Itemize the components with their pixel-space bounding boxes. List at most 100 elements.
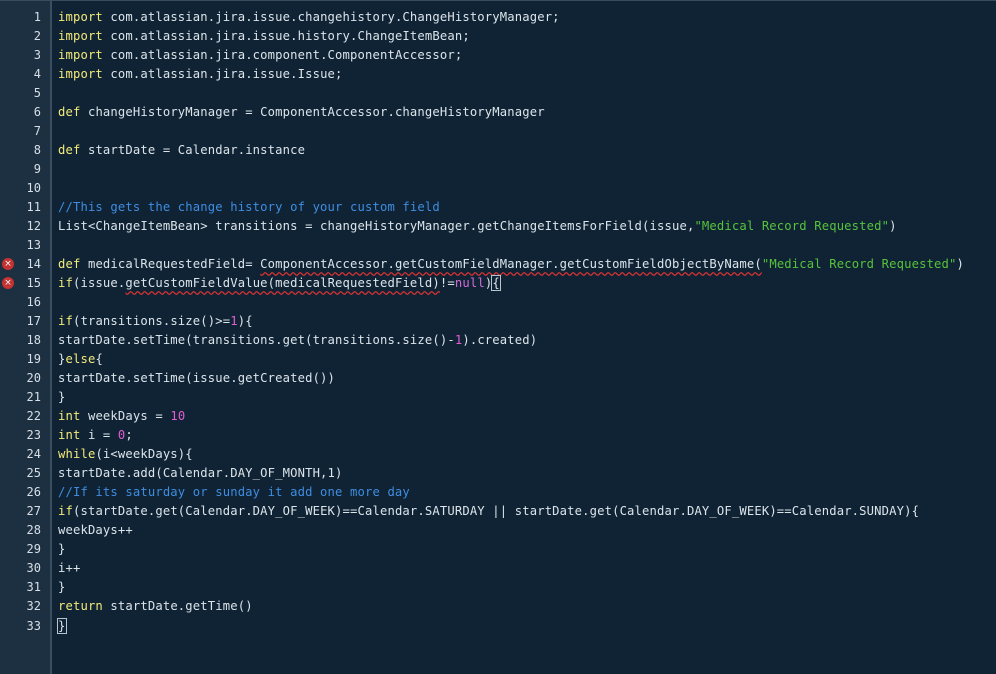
code-line[interactable]: 7	[0, 122, 996, 141]
code-line[interactable]: 1 import com.atlassian.jira.issue.changeh…	[0, 8, 996, 27]
code-text[interactable]: }	[58, 540, 66, 559]
code-line[interactable]: 16	[0, 293, 996, 312]
line-number: 4	[33, 67, 41, 82]
code-text[interactable]: while(i<weekDays){	[58, 445, 193, 464]
code-line[interactable]: 20 startDate.setTime(issue.getCreated())	[0, 369, 996, 388]
code-token: }	[58, 390, 66, 405]
code-line[interactable]: 33}	[0, 617, 996, 636]
code-text[interactable]: import com.atlassian.jira.issue.history.…	[58, 27, 470, 46]
line-number: 24	[26, 447, 41, 462]
code-text[interactable]: int i = 0;	[58, 426, 133, 445]
code-text[interactable]: if(transitions.size()>=1){	[58, 312, 253, 331]
code-text[interactable]: if(issue.getCustomFieldValue(medicalRequ…	[58, 274, 501, 293]
code-line[interactable]: 11 //This gets the change history of your…	[0, 198, 996, 217]
line-number: 25	[26, 466, 41, 481]
code-token: com.atlassian.jira.component.ComponentAc…	[102, 48, 463, 63]
code-line[interactable]: 4 import com.atlassian.jira.issue.Issue;	[0, 65, 996, 84]
code-text[interactable]: def startDate = Calendar.instance	[58, 141, 305, 160]
line-number: 3	[33, 48, 41, 63]
code-line[interactable]: 9	[0, 160, 996, 179]
code-text[interactable]: int weekDays = 10	[58, 407, 185, 426]
code-text[interactable]: }	[58, 578, 66, 597]
code-text[interactable]: weekDays++	[58, 521, 133, 540]
code-line[interactable]: 27 if(startDate.get(Calendar.DAY_OF_WEEK)…	[0, 502, 996, 521]
code-text[interactable]: }else{	[58, 350, 103, 369]
code-line[interactable]: 18 startDate.setTime(transitions.get(tran…	[0, 331, 996, 350]
line-number: 23	[26, 428, 41, 443]
code-line[interactable]: 21}	[0, 388, 996, 407]
number-token: 1	[230, 314, 238, 329]
code-line[interactable]: × 15 if(issue.getCustomFieldValue(medicalR…	[0, 274, 996, 293]
code-token: (issue.	[72, 276, 126, 291]
code-token: com.atlassian.jira.issue.Issue;	[102, 67, 343, 82]
code-text[interactable]: def changeHistoryManager = ComponentAcce…	[58, 103, 545, 122]
line-number: 8	[33, 143, 41, 158]
code-line[interactable]: 12 List<ChangeItemBean> transitions = cha…	[0, 217, 996, 236]
code-line[interactable]: 13	[0, 236, 996, 255]
code-line[interactable]: 3 import com.atlassian.jira.component.Com…	[0, 46, 996, 65]
error-underlined-token: getCustomFieldValue(medicalRequestedFiel…	[125, 276, 440, 291]
code-line[interactable]: 30 i++	[0, 559, 996, 578]
code-token: }	[58, 352, 66, 367]
code-line[interactable]: 5	[0, 84, 996, 103]
code-token: weekDays++	[58, 523, 133, 538]
code-text[interactable]: startDate.add(Calendar.DAY_OF_MONTH,1)	[58, 464, 343, 483]
line-number: 16	[26, 295, 41, 310]
code-line[interactable]: 26 //If its saturday or sunday it add one…	[0, 483, 996, 502]
code-text[interactable]: }	[58, 388, 66, 407]
line-number: 13	[26, 238, 41, 253]
code-line[interactable]: 32 return startDate.getTime()	[0, 597, 996, 616]
line-number: 12	[26, 219, 41, 234]
code-text[interactable]: import com.atlassian.jira.issue.changehi…	[58, 8, 560, 27]
code-line[interactable]: 19 }else{	[0, 350, 996, 369]
line-number: 32	[26, 599, 41, 614]
keyword-token: def	[58, 257, 81, 272]
code-text[interactable]: import com.atlassian.jira.component.Comp…	[58, 46, 462, 65]
code-text[interactable]: return startDate.getTime()	[58, 597, 253, 616]
keyword-token: import	[58, 10, 103, 24]
code-text[interactable]: i++	[58, 559, 80, 578]
code-text[interactable]: //This gets the change history of your c…	[58, 198, 440, 217]
keyword-token: if	[58, 276, 73, 291]
code-token: com.atlassian.jira.issue.changehistory.C…	[102, 10, 560, 24]
code-line[interactable]: 24 while(i<weekDays){	[0, 445, 996, 464]
code-token: startDate = Calendar.instance	[80, 143, 306, 158]
code-line[interactable]: 17 if(transitions.size()>=1){	[0, 312, 996, 331]
code-line[interactable]: 29}	[0, 540, 996, 559]
code-line[interactable]: 22 int weekDays = 10	[0, 407, 996, 426]
keyword-token: def	[58, 105, 81, 120]
code-lines[interactable]: 1 import com.atlassian.jira.issue.changeh…	[0, 8, 996, 636]
code-text[interactable]: def medicalRequestedField= ComponentAcce…	[58, 255, 964, 274]
line-number: 19	[26, 352, 41, 367]
code-text[interactable]: if(startDate.get(Calendar.DAY_OF_WEEK)==…	[58, 502, 919, 521]
line-number: 11	[26, 200, 41, 215]
number-token: 10	[170, 409, 186, 424]
code-token: (startDate.get(Calendar.DAY_OF_WEEK)==Ca…	[72, 504, 920, 519]
code-text[interactable]: startDate.setTime(transitions.get(transi…	[58, 331, 537, 350]
code-text[interactable]: List<ChangeItemBean> transitions = chang…	[58, 217, 897, 236]
code-token: }	[58, 580, 66, 595]
code-text[interactable]: }	[57, 617, 67, 636]
code-token: {	[95, 352, 103, 367]
code-token: startDate.getTime()	[102, 599, 253, 614]
code-token: weekDays =	[80, 409, 171, 424]
code-line[interactable]: 31}	[0, 578, 996, 597]
null-literal-token: null	[454, 276, 485, 291]
code-line[interactable]: × 14 def medicalRequestedField= ComponentA…	[0, 255, 996, 274]
line-number: 15	[26, 276, 41, 291]
line-number: 29	[26, 542, 41, 557]
code-token: )	[889, 219, 897, 234]
code-line[interactable]: 2 import com.atlassian.jira.issue.history…	[0, 27, 996, 46]
code-line[interactable]: 6 def changeHistoryManager = ComponentAcc…	[0, 103, 996, 122]
code-token: startDate.setTime(transitions.get(transi…	[58, 333, 455, 348]
code-text[interactable]: startDate.setTime(issue.getCreated())	[58, 369, 335, 388]
code-line[interactable]: 8 def startDate = Calendar.instance	[0, 141, 996, 160]
code-line[interactable]: 23 int i = 0;	[0, 426, 996, 445]
code-line[interactable]: 25 startDate.add(Calendar.DAY_OF_MONTH,1)	[0, 464, 996, 483]
code-line[interactable]: 10	[0, 179, 996, 198]
code-text[interactable]: import com.atlassian.jira.issue.Issue;	[58, 65, 343, 84]
code-line[interactable]: 28 weekDays++	[0, 521, 996, 540]
code-editor[interactable]: 1 import com.atlassian.jira.issue.changeh…	[0, 0, 996, 674]
code-text[interactable]: //If its saturday or sunday it add one m…	[58, 483, 410, 502]
line-number: 28	[26, 523, 41, 538]
